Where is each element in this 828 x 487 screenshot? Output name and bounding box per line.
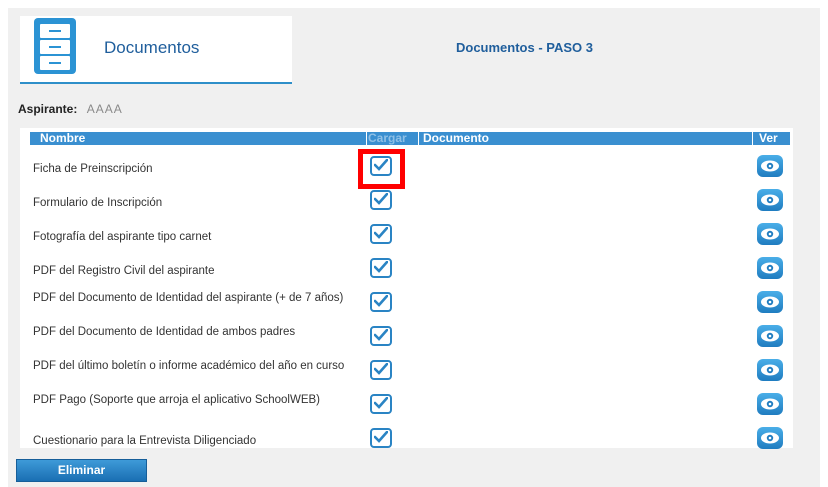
table-row: PDF Pago (Soporte que arroja el aplicati… (20, 388, 793, 421)
upload-checkbox-icon[interactable] (370, 190, 392, 210)
page-frame: Documentos Documentos - PASO 3 Aspirante… (8, 8, 820, 487)
view-eye-icon[interactable] (757, 189, 783, 211)
header-card: Documentos (20, 16, 292, 82)
view-eye-icon[interactable] (757, 223, 783, 245)
document-name: Fotografía del aspirante tipo carnet (33, 231, 212, 243)
upload-checkbox-icon[interactable] (370, 292, 392, 312)
delete-button[interactable]: Eliminar (16, 459, 147, 482)
documents-table: Nombre Cargar Documento Ver Ficha de Pre… (20, 128, 793, 449)
document-name: PDF del Documento de Identidad de ambos … (33, 326, 296, 338)
file-cabinet-icon (34, 18, 76, 74)
upload-checkbox-icon[interactable] (370, 224, 392, 244)
column-header-documento: Documento (423, 131, 489, 145)
view-eye-icon[interactable] (757, 393, 783, 415)
upload-checkbox-icon[interactable] (370, 360, 392, 380)
table-row: Ficha de Preinscripción (20, 150, 793, 183)
view-eye-icon[interactable] (757, 155, 783, 177)
table-row: PDF del Documento de Identidad del aspir… (20, 286, 793, 319)
view-eye-icon[interactable] (757, 325, 783, 347)
column-header-cargar: Cargar (368, 131, 407, 145)
document-name: PDF del último boletín o informe académi… (33, 360, 345, 372)
document-name: Ficha de Preinscripción (33, 163, 153, 175)
document-name: PDF del Registro Civil del aspirante (33, 265, 215, 277)
column-header-ver: Ver (759, 131, 778, 145)
table-row: PDF del último boletín o informe académi… (20, 354, 793, 387)
document-name: PDF del Documento de Identidad del aspir… (33, 292, 344, 304)
table-header: Nombre Cargar Documento Ver (30, 131, 790, 145)
view-eye-icon[interactable] (757, 291, 783, 313)
table-row: PDF del Documento de Identidad de ambos … (20, 320, 793, 353)
view-eye-icon[interactable] (757, 427, 783, 449)
table-row: Formulario de Inscripción (20, 184, 793, 217)
table-row: Cuestionario para la Entrevista Diligenc… (20, 422, 793, 455)
document-name: Cuestionario para la Entrevista Diligenc… (33, 435, 257, 447)
column-header-nombre: Nombre (40, 131, 86, 145)
header-underline (20, 82, 292, 84)
upload-checkbox-icon[interactable] (370, 394, 392, 414)
aspirante-label: Aspirante: (18, 102, 78, 116)
table-row: PDF del Registro Civil del aspirante (20, 252, 793, 285)
document-name: Formulario de Inscripción (33, 197, 163, 209)
header-title: Documentos (104, 38, 200, 57)
view-eye-icon[interactable] (757, 359, 783, 381)
upload-checkbox-icon[interactable] (370, 258, 392, 278)
upload-checkbox-icon[interactable] (370, 428, 392, 448)
document-name: PDF Pago (Soporte que arroja el aplicati… (33, 394, 321, 406)
aspirante-row: Aspirante: AAAA (18, 102, 123, 116)
step-title: Documentos - PASO 3 (456, 40, 594, 55)
highlight-box (358, 149, 405, 189)
upload-checkbox-icon[interactable] (370, 326, 392, 346)
view-eye-icon[interactable] (757, 257, 783, 279)
aspirante-value: AAAA (86, 102, 123, 116)
table-row: Fotografía del aspirante tipo carnet (20, 218, 793, 251)
